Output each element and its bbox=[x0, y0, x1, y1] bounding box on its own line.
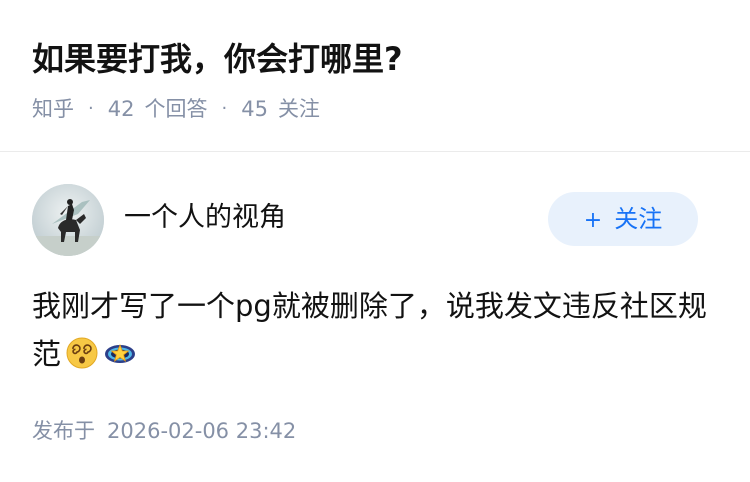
follow-count-link[interactable]: 45 关注 bbox=[241, 94, 320, 124]
avatar-horse-rider-icon bbox=[32, 184, 104, 256]
follow-count: 45 bbox=[241, 97, 268, 121]
meta-separator: · bbox=[88, 98, 94, 119]
question-meta: 知乎 · 42 个回答 · 45 关注 bbox=[32, 94, 320, 124]
follow-count-label: 关注 bbox=[277, 97, 320, 121]
question-header: 如果要打我，你会打哪里? 知乎 · 42 个回答 · 45 关注 bbox=[0, 0, 750, 152]
answer-count: 42 bbox=[107, 97, 135, 121]
answer-card: 一个人的视角 + 关注 我刚才写了一个pg就被删除了，说我发文违反社区规范 发布于… bbox=[0, 152, 750, 482]
dizzy-face-icon bbox=[66, 337, 98, 369]
follow-button[interactable]: + 关注 bbox=[548, 192, 698, 246]
avatar[interactable] bbox=[32, 184, 104, 256]
publish-label: 发布于 bbox=[32, 419, 95, 443]
answer-count-link[interactable]: 42 个回答 bbox=[108, 94, 208, 124]
page: 如果要打我，你会打哪里? 知乎 · 42 个回答 · 45 关注 一个人的视角 … bbox=[0, 0, 750, 482]
meta-separator: · bbox=[221, 98, 228, 119]
star-ring-icon bbox=[105, 343, 136, 363]
follow-button-label: 关注 bbox=[614, 205, 663, 233]
plus-icon: + bbox=[583, 208, 603, 233]
question-title[interactable]: 如果要打我，你会打哪里? bbox=[32, 36, 403, 82]
publish-time: 发布于 2026-02-06 23:42 bbox=[32, 416, 296, 446]
source-label: 知乎 bbox=[32, 97, 74, 121]
publish-date: 2026-02-06 23:42 bbox=[107, 419, 297, 443]
answer-content[interactable]: 我刚才写了一个pg就被删除了，说我发文违反社区规范 bbox=[32, 282, 712, 378]
answer-count-label: 个回答 bbox=[144, 97, 208, 121]
author-name[interactable]: 一个人的视角 bbox=[124, 198, 286, 238]
